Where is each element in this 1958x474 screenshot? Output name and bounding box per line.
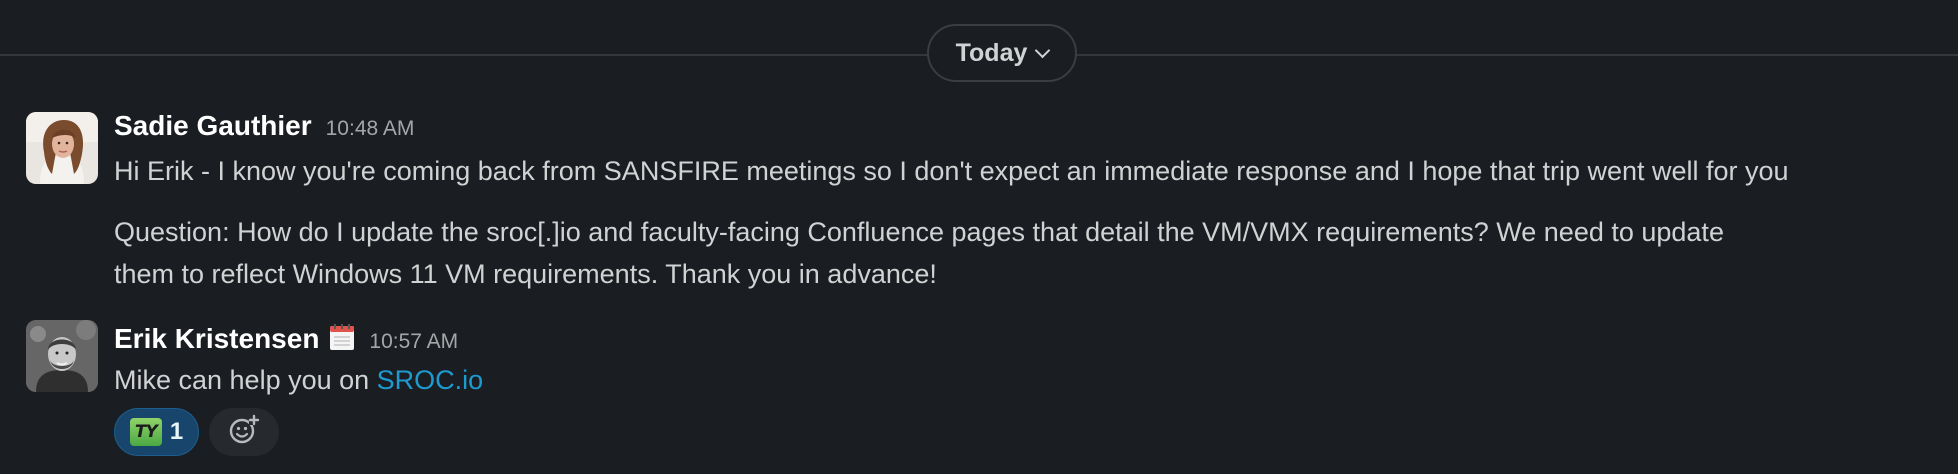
message-header: Erik Kristensen 10:57 AM [114,320,458,355]
message-text: them to reflect Windows 11 VM requiremen… [114,259,937,289]
ty-emoji-icon: TY [129,418,162,446]
message-text: Hi Erik - I know you're coming back from… [114,156,1789,186]
add-reaction-button[interactable] [209,408,279,456]
chevron-down-icon [1035,42,1051,58]
date-divider-label: Today [955,38,1028,67]
message-text: Question: How do I update the sroc[.]io … [114,217,1724,247]
avatar[interactable] [26,320,98,392]
message-header: Sadie Gauthier 10:48 AM [114,110,414,142]
message-text-prefix: Mike can help you on [114,365,377,395]
reaction-pill[interactable]: TY 1 [114,408,199,456]
reaction-count: 1 [169,418,184,445]
timestamp[interactable]: 10:57 AM [369,330,458,354]
timestamp[interactable]: 10:48 AM [326,117,415,141]
avatar[interactable] [26,112,98,184]
add-reaction-icon [228,414,260,451]
message-text: Mike can help you on SROC.io [114,360,483,400]
author-name[interactable]: Erik Kristensen [114,323,319,355]
date-divider-button[interactable]: Today [927,24,1077,82]
message-link[interactable]: SROC.io [377,365,484,395]
author-name[interactable]: Sadie Gauthier [114,110,312,142]
calendar-icon[interactable] [329,323,355,351]
